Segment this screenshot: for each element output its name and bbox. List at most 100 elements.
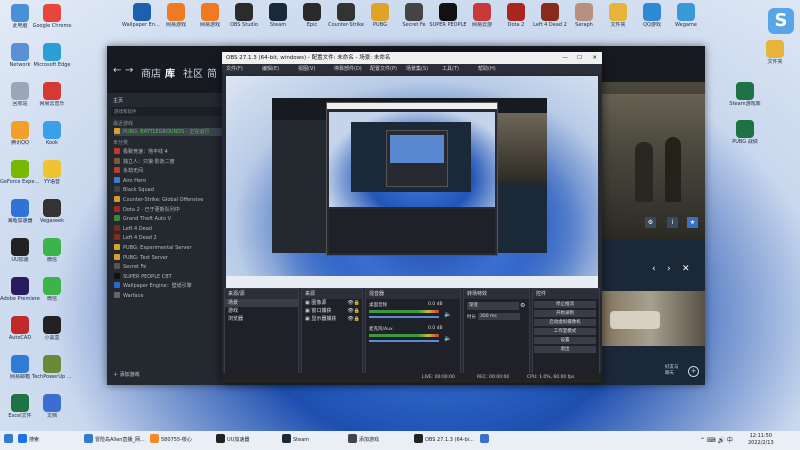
menu-item[interactable]: 场景集(S) xyxy=(406,64,428,74)
game-list-item[interactable]: Black Squad xyxy=(114,186,222,194)
taskbar-item[interactable]: OBS 27.1.3 (64-bi... xyxy=(414,434,474,447)
volume-slider[interactable] xyxy=(369,316,439,318)
speaker-icon[interactable]: 🔈 xyxy=(444,311,451,318)
control-button[interactable]: 停止推流 xyxy=(534,301,596,308)
steam-logo-icon[interactable]: S xyxy=(768,8,794,34)
menu-item[interactable]: 配置文件(P) xyxy=(370,64,397,74)
screenshot-thumbnail[interactable] xyxy=(595,291,705,346)
menu-item[interactable]: 视图(V) xyxy=(298,64,315,74)
nav-community[interactable]: 社区 xyxy=(183,65,203,80)
taskbar-item[interactable]: 冒险岛Allen直播_网... xyxy=(84,434,145,447)
selected-game[interactable]: PUBG: BATTLEGROUNDS - 正在运行 xyxy=(114,128,222,136)
sidebar-home[interactable]: 主页 xyxy=(113,97,123,104)
library-search-input[interactable]: 游戏和软件 xyxy=(111,107,221,116)
desktop-icon[interactable]: YY语音 xyxy=(32,160,72,185)
control-button[interactable]: 启动虚拟摄像机 xyxy=(534,319,596,326)
desktop-icon[interactable]: Kook xyxy=(32,121,72,146)
nav-library[interactable]: 库 xyxy=(165,65,175,80)
clock[interactable]: 12:11:50 2022/2/13 xyxy=(748,433,774,447)
add-game-button[interactable]: ＋ 添加游戏 xyxy=(113,371,140,378)
back-arrow-icon[interactable]: ← xyxy=(113,65,121,76)
taskbar-item[interactable] xyxy=(480,434,491,447)
source-item[interactable]: ▣ 显示器捕获 👁🔒 xyxy=(302,315,362,323)
desktop-icon[interactable]: TechPowerUp GPU-Z xyxy=(32,355,72,380)
taskbar-item[interactable]: 580755-核心 xyxy=(150,434,192,447)
scene-item[interactable]: 浏览器 xyxy=(225,315,298,323)
scene-item[interactable]: 游戏 xyxy=(225,307,298,315)
game-list-item[interactable]: PUBG: Test Server xyxy=(114,253,222,262)
taskbar-item-label: 添加游戏 xyxy=(359,437,380,443)
desktop-icon[interactable]: 微信 xyxy=(32,277,72,302)
favorite-star-icon[interactable]: ★ xyxy=(687,217,698,228)
desktop-icon[interactable]: 文件夹 xyxy=(755,40,795,65)
game-list-item[interactable]: Aim Hero xyxy=(114,176,222,185)
speaker-icon[interactable]: 🔈 xyxy=(444,335,451,342)
game-list-item[interactable]: Left 4 Dead xyxy=(114,224,222,233)
desktop-icon[interactable]: 小黑盒 xyxy=(32,316,72,341)
menu-item[interactable]: 工具(T) xyxy=(442,64,459,74)
scene-item[interactable]: 场景 xyxy=(225,299,298,307)
game-list-item[interactable]: Dota 2 - 已于更新队列中 xyxy=(114,205,222,214)
info-icon[interactable]: i xyxy=(667,217,678,228)
track-name: 麦克风/Aux xyxy=(369,327,393,332)
control-button[interactable]: 工作室模式 xyxy=(534,328,596,335)
desktop-icon[interactable]: Steam游戏库 xyxy=(725,82,765,107)
game-list-item[interactable]: PUBG: Experimental Server xyxy=(114,244,222,252)
start-button[interactable] xyxy=(4,434,15,447)
taskbar-item[interactable]: UU加速器 xyxy=(216,434,249,447)
forward-arrow-icon[interactable]: → xyxy=(125,65,133,76)
nested-nested-window xyxy=(351,122,471,192)
menu-item[interactable]: 停靠部件(D) xyxy=(334,64,362,74)
source-item[interactable]: ▣ 窗口捕获 👁🔒 xyxy=(302,307,362,315)
desktop-icon[interactable]: PUBG 战绩 xyxy=(725,120,765,145)
nav-username[interactable]: 简 xyxy=(207,65,217,80)
menu-item[interactable]: 文件(F) xyxy=(226,64,243,74)
taskbar-item[interactable]: 添加游戏 xyxy=(348,434,379,447)
close-icon[interactable]: ✕ xyxy=(682,264,690,274)
game-list-item[interactable]: 极致竞速：地平线 4 xyxy=(114,148,222,156)
carousel-prev-icon[interactable]: ‹ xyxy=(652,264,656,274)
menu-item[interactable]: 编辑(E) xyxy=(262,64,279,74)
desktop-icon[interactable]: Wegame xyxy=(666,3,706,28)
gear-icon[interactable]: ⚙ xyxy=(520,302,525,309)
minimize-icon[interactable]: — xyxy=(563,52,569,64)
game-list-item[interactable]: Secret Fe xyxy=(114,263,222,271)
tray-icons[interactable]: ⌃ ⌨ 🔊 中 xyxy=(700,435,733,444)
game-list-item[interactable]: Warface xyxy=(114,292,222,300)
close-icon[interactable]: ✕ xyxy=(592,52,597,64)
control-button[interactable]: 设置 xyxy=(534,337,596,344)
transition-select[interactable]: 渐变 xyxy=(467,302,519,310)
desktop-icon[interactable]: Google Chrome xyxy=(32,4,72,29)
desktop-icon[interactable]: Vegaseek xyxy=(32,199,72,224)
game-list-item[interactable]: Counter-Strike: Global Offensive xyxy=(114,196,222,204)
control-button[interactable]: 开始录制 xyxy=(534,310,596,317)
carousel-next-icon[interactable]: › xyxy=(667,264,671,274)
control-button[interactable]: 退出 xyxy=(534,346,596,353)
visibility-lock-icon[interactable]: 👁🔒 xyxy=(347,299,360,307)
desktop-icon-label: 小黑盒 xyxy=(44,335,60,341)
taskbar-item[interactable]: Steam xyxy=(282,434,309,447)
duration-input[interactable]: 300 ms xyxy=(478,313,520,320)
taskbar-item[interactable]: 搜索 xyxy=(18,434,39,447)
game-list-item[interactable]: Wallpaper Engine：壁纸引擎 xyxy=(114,282,222,290)
desktop-icon[interactable]: 网易云音乐 xyxy=(32,82,72,107)
desktop-icon[interactable]: Microsoft Edge xyxy=(32,43,72,68)
game-list-item[interactable]: SUPER PEOPLE CBT xyxy=(114,272,222,281)
game-list-item[interactable]: 独立人：只狼·影逝二度 xyxy=(114,157,222,166)
desktop-icon[interactable]: 微信 xyxy=(32,238,72,263)
game-list-item[interactable]: 永劫无间 xyxy=(114,167,222,175)
maximize-icon[interactable]: ☐ xyxy=(577,52,582,64)
game-list-item[interactable]: Grand Theft Auto V xyxy=(114,215,222,223)
visibility-lock-icon[interactable]: 👁🔒 xyxy=(347,315,360,323)
menu-item[interactable]: 帮助(H) xyxy=(478,64,496,74)
add-friend-icon[interactable]: + xyxy=(688,366,699,377)
app-icon xyxy=(167,3,185,21)
game-list-item[interactable]: Left 4 Dead 2 xyxy=(114,234,222,242)
desktop-icon[interactable]: 文档 xyxy=(32,394,72,419)
visibility-lock-icon[interactable]: 👁🔒 xyxy=(347,307,360,315)
volume-slider[interactable] xyxy=(369,340,439,342)
obs-preview-canvas[interactable] xyxy=(226,76,598,288)
source-item[interactable]: ▣ 图像源 👁🔒 xyxy=(302,299,362,307)
nav-store[interactable]: 商店 xyxy=(141,65,161,80)
settings-gear-icon[interactable]: ⚙ xyxy=(645,217,656,228)
